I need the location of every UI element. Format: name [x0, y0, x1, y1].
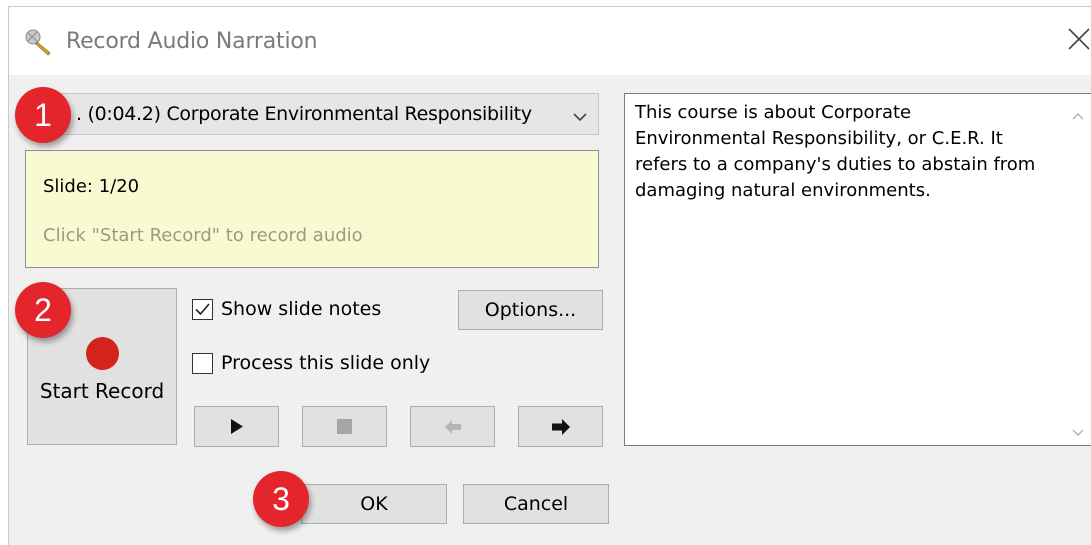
window-title: Record Audio Narration	[66, 29, 318, 54]
slide-number-label: Slide: 1/20	[43, 176, 140, 197]
record-hint: Click "Start Record" to record audio	[43, 225, 363, 246]
cancel-button-label: Cancel	[503, 493, 569, 515]
start-record-label: Start Record	[39, 379, 165, 403]
ok-button-label: OK	[360, 493, 388, 515]
process-this-slide-only-checkbox[interactable]: Process this slide only	[192, 352, 452, 378]
record-audio-narration-dialog: Record Audio Narration . (0:04.2) Corpor…	[8, 6, 1091, 545]
show-slide-notes-label: Show slide notes	[221, 298, 382, 320]
annotation-badge-1: 1	[15, 87, 71, 143]
options-button[interactable]: Options...	[458, 290, 603, 330]
scroll-down-icon[interactable]	[1071, 423, 1085, 436]
chevron-down-icon	[572, 108, 588, 122]
slide-notes-textarea[interactable]: This course is about Corporate Environme…	[624, 93, 1091, 446]
slide-notes-text: This course is about Corporate Environme…	[635, 102, 1036, 201]
show-slide-notes-checkbox[interactable]: Show slide notes	[192, 298, 412, 324]
record-dot-icon	[86, 337, 119, 370]
annotation-badge-2: 2	[15, 282, 71, 338]
previous-button[interactable]	[410, 406, 495, 447]
checkbox-checked[interactable]	[192, 299, 213, 320]
annotation-badge-3: 3	[253, 471, 309, 527]
cancel-button[interactable]: Cancel	[463, 484, 609, 524]
process-this-slide-only-label: Process this slide only	[221, 352, 431, 374]
options-button-label: Options...	[484, 299, 577, 321]
slide-info-panel: Slide: 1/20 Click "Start Record" to reco…	[25, 150, 599, 268]
checkbox-unchecked[interactable]	[192, 353, 213, 374]
slide-selector[interactable]: . (0:04.2) Corporate Environmental Respo…	[25, 93, 599, 135]
microphone-icon	[23, 27, 53, 57]
ok-button[interactable]: OK	[301, 484, 447, 524]
stop-button[interactable]	[302, 406, 387, 447]
scroll-up-icon[interactable]	[1071, 106, 1085, 120]
title-bar: Record Audio Narration	[9, 7, 1091, 75]
slide-selector-value: . (0:04.2) Corporate Environmental Respo…	[76, 103, 532, 125]
next-button[interactable]	[518, 406, 603, 447]
play-button[interactable]	[194, 406, 279, 447]
close-icon[interactable]	[1067, 27, 1091, 51]
